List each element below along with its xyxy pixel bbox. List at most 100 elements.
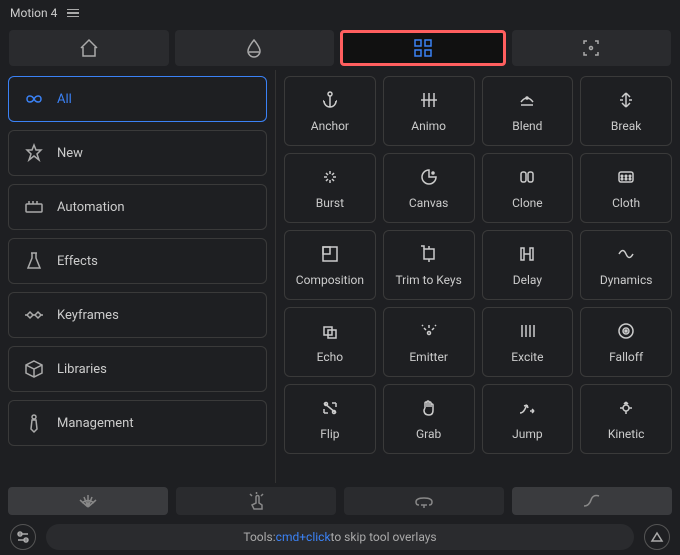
sidebar-item-label: Effects <box>57 254 98 269</box>
status-kbd: cmd+click <box>276 530 331 544</box>
tool-delay[interactable]: Delay <box>482 230 574 300</box>
btab-touch[interactable] <box>176 487 336 515</box>
columns-icon <box>418 89 440 111</box>
dynamics-icon <box>615 243 637 265</box>
btab-bell[interactable] <box>344 487 504 515</box>
jump-icon <box>516 397 538 419</box>
sidebar-item-label: Automation <box>57 200 125 215</box>
tie-icon <box>23 412 45 434</box>
tool-dynamics[interactable]: Dynamics <box>580 230 672 300</box>
sidebar-item-libraries[interactable]: Libraries <box>8 346 267 392</box>
trim-icon <box>418 243 440 265</box>
flip-icon <box>319 397 341 419</box>
tool-label: Dynamics <box>600 273 653 287</box>
emitter-icon <box>418 320 440 342</box>
blend-icon <box>516 89 538 111</box>
anchor-icon <box>319 89 341 111</box>
curve-icon <box>581 492 603 510</box>
sidebar-item-automation[interactable]: Automation <box>8 184 267 230</box>
tab-home[interactable] <box>9 30 169 66</box>
clone-icon <box>516 166 538 188</box>
grid-icon <box>412 37 434 59</box>
btab-shell[interactable] <box>8 487 168 515</box>
sidebar: All New Automation Effects Keyframes Librarie… <box>0 70 276 483</box>
tool-echo[interactable]: Echo <box>284 307 376 377</box>
droplet-icon <box>243 37 265 59</box>
tool-label: Anchor <box>311 119 349 133</box>
tool-flip[interactable]: Flip <box>284 384 376 454</box>
sidebar-item-label: Management <box>57 416 134 431</box>
sidebar-item-label: Keyframes <box>57 308 119 323</box>
star-icon <box>23 142 45 164</box>
bell-icon <box>413 492 435 510</box>
tool-label: Animo <box>411 119 446 133</box>
tool-label: Break <box>611 119 641 133</box>
sidebar-item-all[interactable]: All <box>8 76 267 122</box>
composition-icon <box>319 243 341 265</box>
menu-icon[interactable] <box>67 9 79 18</box>
tool-label: Blend <box>512 119 542 133</box>
tool-kinetic[interactable]: Kinetic <box>580 384 672 454</box>
flask-icon <box>23 250 45 272</box>
tool-composition[interactable]: Composition <box>284 230 376 300</box>
status-prefix: Tools: <box>243 530 275 544</box>
sidebar-item-label: All <box>57 92 72 107</box>
home-icon <box>78 37 100 59</box>
tool-trim-to-keys[interactable]: Trim to Keys <box>383 230 475 300</box>
bottom-navigation <box>0 483 680 519</box>
expand-button[interactable] <box>644 524 670 550</box>
keyframes-icon <box>23 304 45 326</box>
tab-focus[interactable] <box>512 30 672 66</box>
tool-burst[interactable]: Burst <box>284 153 376 223</box>
tool-jump[interactable]: Jump <box>482 384 574 454</box>
status-suffix: to skip tool overlays <box>331 530 437 544</box>
tool-label: Clone <box>512 196 543 210</box>
burst-icon <box>319 166 341 188</box>
tool-label: Canvas <box>409 196 448 210</box>
sidebar-item-new[interactable]: New <box>8 130 267 176</box>
grab-icon <box>418 397 440 419</box>
tab-droplet[interactable] <box>175 30 335 66</box>
sidebar-item-effects[interactable]: Effects <box>8 238 267 284</box>
focus-icon <box>580 37 602 59</box>
tool-falloff[interactable]: Falloff <box>580 307 672 377</box>
settings-button[interactable] <box>10 524 36 550</box>
tab-grid[interactable] <box>340 30 506 66</box>
tool-cloth[interactable]: Cloth <box>580 153 672 223</box>
sidebar-item-management[interactable]: Management <box>8 400 267 446</box>
tool-clone[interactable]: Clone <box>482 153 574 223</box>
kinetic-icon <box>615 397 637 419</box>
tool-grab[interactable]: Grab <box>383 384 475 454</box>
tool-label: Burst <box>316 196 344 210</box>
tool-label: Kinetic <box>608 427 645 441</box>
tool-canvas[interactable]: Canvas <box>383 153 475 223</box>
btab-curve[interactable] <box>512 487 672 515</box>
shell-icon <box>77 492 99 510</box>
tool-label: Flip <box>320 427 339 441</box>
tool-label: Delay <box>513 273 542 287</box>
tool-label: Echo <box>317 350 343 364</box>
tool-animo[interactable]: Animo <box>383 76 475 146</box>
excite-icon <box>516 320 538 342</box>
tool-excite[interactable]: Excite <box>482 307 574 377</box>
tool-label: Jump <box>512 427 543 441</box>
status-bar: Tools: cmd+click to skip tool overlays <box>46 524 634 550</box>
sidebar-item-label: New <box>57 146 83 161</box>
sidebar-item-keyframes[interactable]: Keyframes <box>8 292 267 338</box>
tool-label: Cloth <box>612 196 640 210</box>
triangle-icon <box>649 529 665 545</box>
tool-break[interactable]: Break <box>580 76 672 146</box>
sliders-icon <box>23 196 45 218</box>
touch-icon <box>245 491 267 511</box>
tool-emitter[interactable]: Emitter <box>383 307 475 377</box>
tool-label: Falloff <box>609 350 643 364</box>
break-icon <box>615 89 637 111</box>
tool-anchor[interactable]: Anchor <box>284 76 376 146</box>
top-navigation <box>0 26 680 70</box>
cloth-icon <box>615 166 637 188</box>
app-title: Motion 4 <box>10 6 57 20</box>
tool-label: Excite <box>511 350 543 364</box>
tool-blend[interactable]: Blend <box>482 76 574 146</box>
tool-label: Grab <box>416 427 441 441</box>
tool-label: Trim to Keys <box>395 273 461 287</box>
